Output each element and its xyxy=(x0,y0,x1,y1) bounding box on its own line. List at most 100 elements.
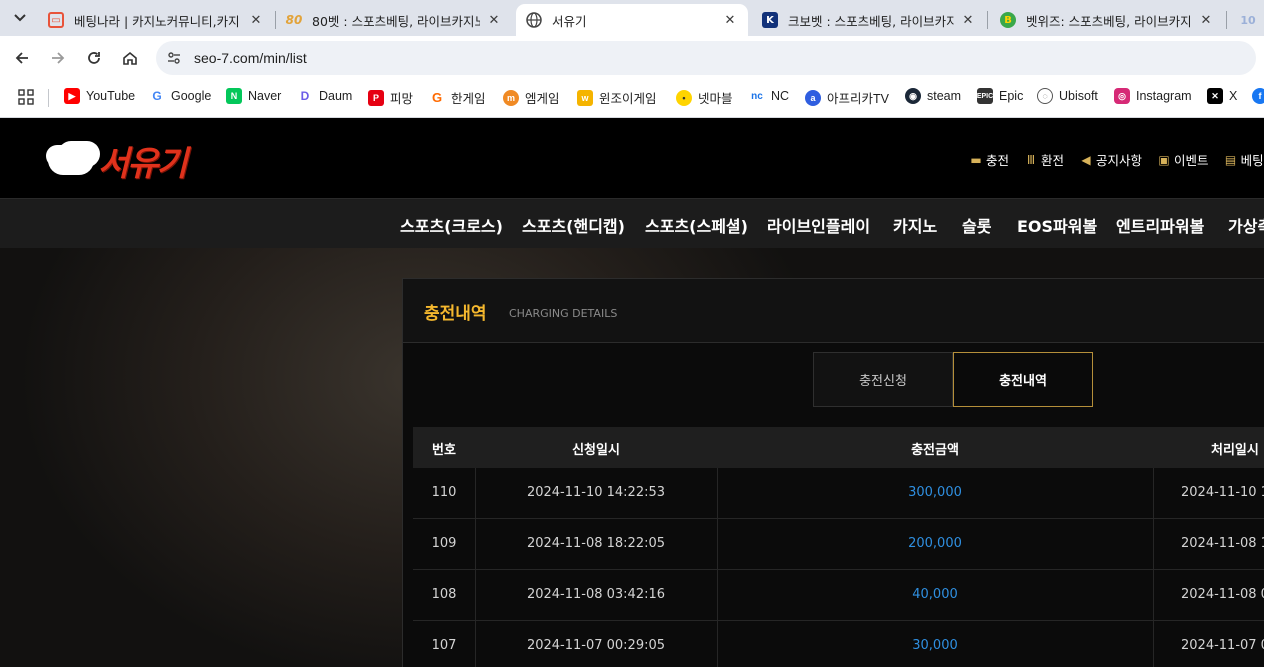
forward-button[interactable] xyxy=(45,45,71,71)
globe-icon xyxy=(526,12,542,28)
bookmark-steam[interactable]: ◉ steam xyxy=(905,88,961,104)
site-settings-icon[interactable] xyxy=(166,50,182,66)
hangame-icon: G xyxy=(429,89,445,106)
tab-kbobet[interactable]: K 크보벳 : 스포츠베팅, 라이브카지 ✕ xyxy=(752,4,986,36)
facebook-icon: f xyxy=(1252,88,1264,104)
cell-requested: 2024-11-08 18:22:05 xyxy=(526,536,666,551)
nc-icon: nc xyxy=(749,88,765,104)
bookmark-facebook[interactable]: f xyxy=(1252,88,1264,104)
instagram-icon: ◎ xyxy=(1114,88,1130,104)
tab-charge-request[interactable]: 충전신청 xyxy=(813,352,953,407)
browser-tab-strip: ▭ 베팅나라 | 카지노커뮤니티,카지 ✕ 80 80벳 : 스포츠베팅, 라이… xyxy=(0,0,1264,36)
bookmark-ubisoft[interactable]: ◌ Ubisoft xyxy=(1037,88,1098,104)
nav-entry-powerball[interactable]: 엔트리파워볼 xyxy=(1116,213,1204,237)
bookmark-hangame[interactable]: G 한게임 xyxy=(429,88,486,107)
bookmark-afreecatv[interactable]: a 아프리카TV xyxy=(805,88,889,107)
nav-casino[interactable]: 카지노 xyxy=(893,213,937,237)
bookmark-epic[interactable]: EPIC Epic xyxy=(977,88,1023,104)
nav-eos-powerball[interactable]: EOS파워볼 xyxy=(1017,213,1097,237)
pmang-icon: P xyxy=(368,89,384,106)
notice-link[interactable]: ◀ 공지사항 xyxy=(1078,150,1142,169)
close-icon[interactable]: ✕ xyxy=(248,13,264,28)
main-navigation: 스포츠(크로스) 스포츠(핸디캡) 스포츠(스페셜) 라이브인플레이 카지노 슬… xyxy=(0,198,1264,248)
nav-live-inplay[interactable]: 라이브인플레이 xyxy=(767,213,870,237)
tab-separator xyxy=(1226,11,1227,29)
home-button[interactable] xyxy=(117,45,143,71)
cell-amount: 300,000 xyxy=(908,485,962,500)
url-text[interactable]: seo-7.com/min/list xyxy=(194,50,307,66)
nav-slot[interactable]: 슬롯 xyxy=(962,213,991,237)
site-header: 서유기 ▬ 충전 Ⅲ 환전 ◀ 공지사항 ▣ 이벤트 ▤ 베팅 xyxy=(0,118,1264,198)
tab-betwiz[interactable]: B 벳위즈: 스포츠베팅, 라이브카지 ✕ xyxy=(990,4,1224,36)
cell-number: 108 xyxy=(431,587,457,602)
site-logo[interactable]: 서유기 xyxy=(48,138,188,184)
exchange-link[interactable]: Ⅲ 환전 xyxy=(1023,150,1064,169)
receipt-icon: ▤ xyxy=(1224,152,1237,167)
bookmark-pmang[interactable]: P 피망 xyxy=(368,88,413,107)
cell-processed: 2024-11-07 0 xyxy=(1181,638,1264,653)
close-icon[interactable]: ✕ xyxy=(486,13,502,28)
bookmark-nc[interactable]: nc NC xyxy=(749,88,789,104)
header-quick-links: ▬ 충전 Ⅲ 환전 ◀ 공지사항 ▣ 이벤트 ▤ 베팅 xyxy=(968,150,1264,169)
close-icon[interactable]: ✕ xyxy=(722,13,738,28)
page-title: 충전내역 xyxy=(424,304,487,324)
cell-number: 109 xyxy=(431,536,457,551)
arrow-right-icon xyxy=(52,52,65,64)
bookmark-naver[interactable]: N Naver xyxy=(226,88,281,104)
bet-history-link[interactable]: ▤ 베팅 xyxy=(1223,150,1264,169)
youtube-icon: ▶ xyxy=(64,88,80,104)
nav-virtual[interactable]: 가상축 xyxy=(1228,213,1264,237)
tab-charge-history[interactable]: 충전내역 xyxy=(953,352,1093,407)
address-bar[interactable]: seo-7.com/min/list xyxy=(156,41,1256,75)
arrow-left-icon xyxy=(15,52,28,64)
cell-amount: 40,000 xyxy=(912,587,958,602)
tab-search-button[interactable] xyxy=(6,5,34,31)
cell-divider xyxy=(1153,468,1154,519)
bookmark-mgame[interactable]: m 엠게임 xyxy=(503,88,560,107)
back-button[interactable] xyxy=(9,45,35,71)
nav-sports-cross[interactable]: 스포츠(크로스) xyxy=(400,213,503,237)
cell-processed: 2024-11-08 0 xyxy=(1181,587,1264,602)
winjoy-icon: w xyxy=(577,89,593,106)
apps-grid-icon xyxy=(18,89,34,105)
tv-icon: ▭ xyxy=(48,12,64,28)
table-row: 107 2024-11-07 00:29:05 30,000 2024-11-0… xyxy=(413,621,1264,667)
bookmarks-divider xyxy=(48,89,49,107)
reload-button[interactable] xyxy=(81,45,107,71)
mgame-icon: m xyxy=(503,89,519,106)
ubisoft-icon: ◌ xyxy=(1037,88,1053,104)
naver-icon: N xyxy=(226,88,242,104)
charge-link[interactable]: ▬ 충전 xyxy=(968,150,1009,169)
x-icon: ✕ xyxy=(1207,88,1223,104)
column-header-processed: 처리일시 xyxy=(1211,443,1259,458)
event-link[interactable]: ▣ 이벤트 xyxy=(1156,150,1208,169)
tab-seoyugi[interactable]: 서유기 ✕ xyxy=(516,4,748,36)
bookmark-google[interactable]: G Google xyxy=(149,88,211,104)
tab-bettingnara[interactable]: ▭ 베팅나라 | 카지노커뮤니티,카지 ✕ xyxy=(38,4,274,36)
cell-divider xyxy=(1153,519,1154,570)
bookmark-netmarble[interactable]: • 넷마블 xyxy=(676,88,733,107)
apps-button[interactable] xyxy=(18,89,34,105)
bookmark-x[interactable]: ✕ X xyxy=(1207,88,1237,104)
nav-sports-special[interactable]: 스포츠(스페셜) xyxy=(645,213,748,237)
close-icon[interactable]: ✕ xyxy=(1198,13,1214,28)
tab-partial[interactable]: 10 xyxy=(1230,4,1264,36)
tab-80bet[interactable]: 80 80벳 : 스포츠베팅, 라이브카지노 ✕ xyxy=(276,4,512,36)
tab-separator xyxy=(987,11,988,29)
table-header: 번호 신청일시 충전금액 처리일시 xyxy=(413,427,1264,468)
bookmark-winjoy[interactable]: w 윈조이게임 xyxy=(577,88,657,107)
cell-amount: 30,000 xyxy=(912,638,958,653)
cell-number: 110 xyxy=(431,485,457,500)
bookmark-youtube[interactable]: ▶ YouTube xyxy=(64,88,135,104)
home-icon xyxy=(123,51,137,65)
cell-requested: 2024-11-08 03:42:16 xyxy=(526,587,666,602)
gift-icon: ▣ xyxy=(1158,152,1170,167)
column-header-number: 번호 xyxy=(432,443,456,458)
nav-sports-handicap[interactable]: 스포츠(핸디캡) xyxy=(522,213,625,237)
bookmark-daum[interactable]: D Daum xyxy=(297,88,352,104)
bookmark-instagram[interactable]: ◎ Instagram xyxy=(1114,88,1192,104)
bookmarks-bar: ▶ YouTube G Google N Naver D Daum P 피망 G 한게임 m… xyxy=(0,78,1264,118)
close-icon[interactable]: ✕ xyxy=(960,13,976,28)
kbobet-icon: K xyxy=(762,12,778,28)
afreecatv-icon: a xyxy=(805,89,821,106)
